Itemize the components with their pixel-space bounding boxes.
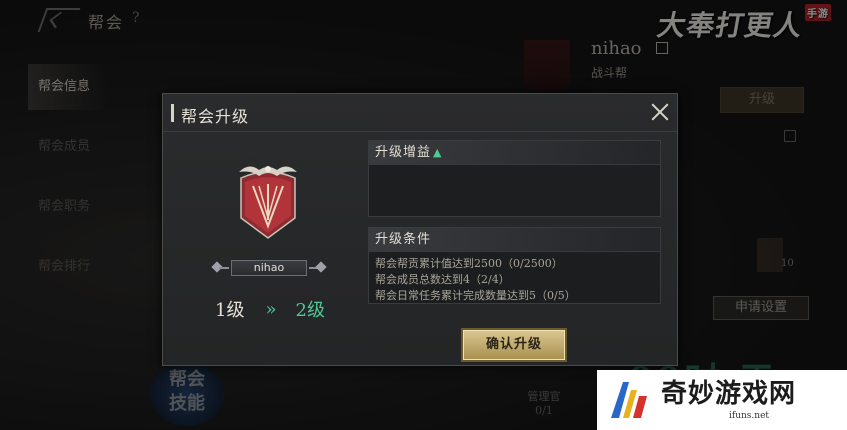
upgrade-condition-panel: 升级条件 帮会帮贡累计值达到2500（0/2500） 帮会成员总数达到4（2/4… — [368, 227, 661, 304]
watermark-logo-icon — [611, 382, 647, 418]
benefit-header-label: 升级增益 — [375, 145, 432, 160]
condition-item-daily-tasks: 帮会日常任务累计完成数量达到5（0/5） — [375, 289, 576, 302]
dialog-header: 帮会升级 — [163, 94, 677, 132]
watermark-title: 奇妙游戏网 — [661, 379, 797, 409]
condition-item-contribution: 帮会帮贡累计值达到2500（0/2500） — [375, 257, 563, 270]
close-icon[interactable] — [651, 103, 669, 121]
site-watermark: 奇妙游戏网 ifuns.net — [597, 370, 847, 430]
guild-name: nihao — [231, 260, 307, 276]
upgrade-benefit-panel: 升级增益 ▲ — [368, 140, 661, 217]
condition-item-members: 帮会成员总数达到4（2/4） — [375, 273, 510, 286]
title-accent-bar — [171, 104, 174, 122]
current-level: 1级 — [215, 300, 245, 321]
condition-header: 升级条件 — [369, 228, 660, 252]
benefit-header: 升级增益 ▲ — [369, 141, 660, 165]
level-progression: 1级 » 2级 — [215, 296, 325, 322]
guild-name-plate: nihao — [211, 260, 327, 276]
up-arrow-icon: ▲ — [433, 146, 443, 159]
watermark-url: ifuns.net — [729, 411, 770, 421]
condition-list: 帮会帮贡累计值达到2500（0/2500） 帮会成员总数达到4（2/4） 帮会日… — [369, 252, 660, 304]
guild-emblem-icon — [239, 166, 297, 239]
next-level: 2级 — [295, 300, 325, 321]
confirm-upgrade-button[interactable]: 确认升级 — [463, 330, 565, 360]
guild-upgrade-dialog: 帮会升级 nihao 1级 » 2级 升级增益 ▲ 升级条件 帮会帮贡累计值达到2… — [162, 93, 678, 366]
dialog-title: 帮会升级 — [181, 107, 250, 126]
level-arrow: » — [265, 298, 276, 320]
